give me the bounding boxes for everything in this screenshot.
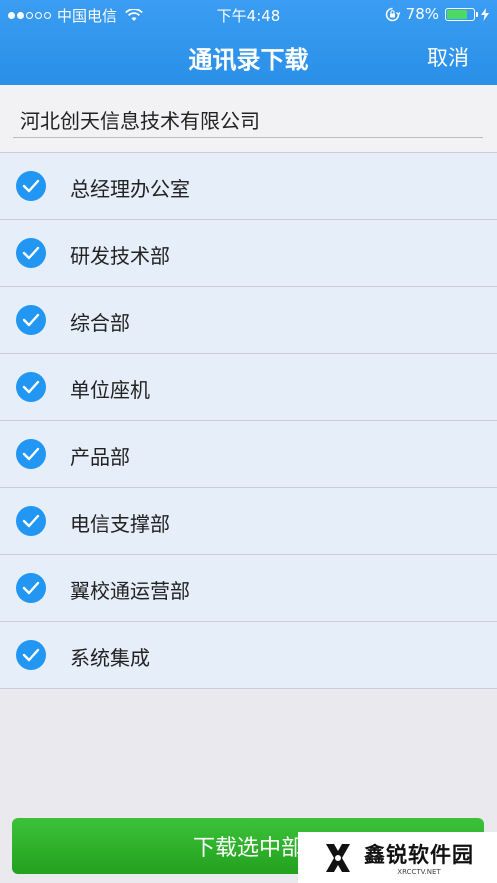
list-item[interactable]: 产品部 [0, 421, 497, 488]
list-item[interactable]: 单位座机 [0, 354, 497, 421]
list-item[interactable]: 综合部 [0, 287, 497, 354]
status-bar: 中国电信 下午4:48 78% [0, 0, 497, 28]
department-label: 系统集成 [70, 646, 150, 670]
list-item[interactable]: 翼校通运营部 [0, 555, 497, 622]
checkmark-icon[interactable] [16, 640, 46, 670]
department-label: 翼校通运营部 [70, 579, 190, 603]
company-header: 河北创天信息技术有限公司 [0, 85, 497, 152]
battery-icon [445, 7, 478, 21]
navigation-bar: 通讯录下载 取消 [0, 28, 497, 85]
company-name: 河北创天信息技术有限公司 [20, 109, 260, 133]
list-item[interactable]: 总经理办公室 [0, 152, 497, 220]
checkmark-icon[interactable] [16, 171, 46, 201]
department-label: 研发技术部 [70, 244, 170, 268]
cancel-button[interactable]: 取消 [427, 42, 469, 72]
page-title: 通讯录下载 [188, 46, 309, 74]
divider [13, 137, 483, 138]
department-label: 总经理办公室 [70, 177, 190, 201]
battery-level [447, 9, 468, 19]
list-item[interactable]: 系统集成 [0, 622, 497, 689]
department-label: 综合部 [70, 311, 130, 335]
rotation-lock-icon [385, 7, 400, 21]
department-label: 产品部 [70, 445, 130, 469]
checkmark-icon[interactable] [16, 506, 46, 536]
checkmark-icon[interactable] [16, 305, 46, 335]
department-list: 总经理办公室 研发技术部综合部单位座机产品部电信支撑部翼校通运营部 系统集成 [0, 152, 497, 689]
charging-bolt-icon [481, 7, 489, 21]
status-right: 78% [385, 5, 489, 23]
checkmark-icon[interactable] [16, 573, 46, 603]
checkmark-icon[interactable] [16, 439, 46, 469]
list-item[interactable]: 研发技术部 [0, 220, 497, 287]
checkmark-icon[interactable] [16, 372, 46, 402]
department-label: 电信支撑部 [70, 512, 170, 536]
department-label: 单位座机 [70, 378, 150, 402]
checkmark-icon[interactable] [16, 238, 46, 268]
watermark-text: 鑫锐软件园 [364, 843, 474, 867]
list-item[interactable]: 电信支撑部 [0, 488, 497, 555]
battery-percent: 78% [405, 5, 439, 23]
watermark-logo-icon [326, 843, 350, 872]
watermark-subtext: XRCCTV.NET [397, 868, 441, 876]
watermark: 鑫锐软件园 XRCCTV.NET [298, 832, 497, 883]
